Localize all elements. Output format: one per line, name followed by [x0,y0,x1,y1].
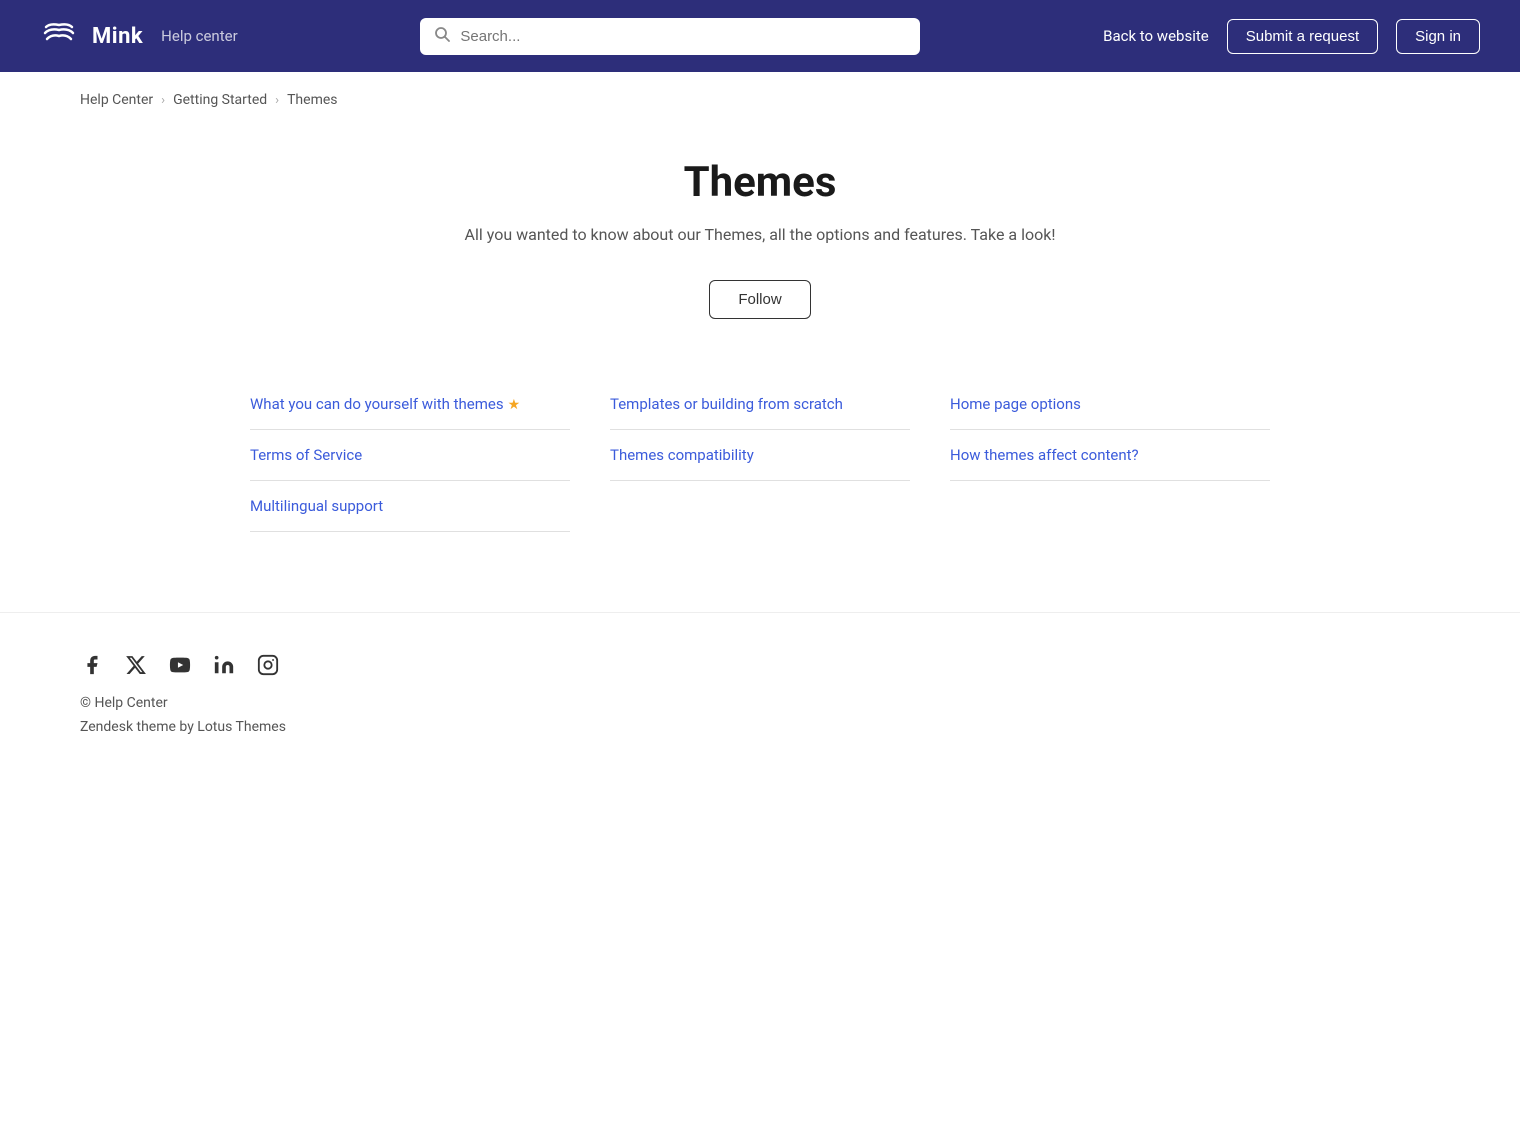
article-link-multilingual[interactable]: Multilingual support [250,481,570,532]
search-container [420,18,920,55]
search-input[interactable] [420,18,920,55]
sign-in-button[interactable]: Sign in [1396,19,1480,54]
youtube-icon[interactable] [168,653,192,677]
article-link-homepage[interactable]: Home page options [950,379,1270,430]
instagram-icon[interactable] [256,653,280,677]
help-center-label: Help center [161,27,237,45]
articles-grid: What you can do yourself with themes★ Te… [250,379,1270,532]
footer: © Help Center Zendesk theme by Lotus The… [0,612,1520,785]
article-link-themes-yourself[interactable]: What you can do yourself with themes★ [250,379,570,430]
main-content: Themes All you wanted to know about our … [210,128,1310,612]
page-title: Themes [250,158,1270,207]
article-column-3: Home page options How themes affect cont… [930,379,1270,532]
article-link-affect-content[interactable]: How themes affect content? [950,430,1270,481]
search-icon [434,26,450,46]
submit-request-button[interactable]: Submit a request [1227,19,1378,54]
mink-logo-icon [40,17,78,55]
follow-button[interactable]: Follow [709,280,810,319]
header-left: Mink Help center [40,17,238,55]
article-column-2: Templates or building from scratch Theme… [590,379,930,532]
footer-theme-credit: Zendesk theme by Lotus Themes [80,719,1440,735]
breadcrumb-sep-1: › [161,93,165,108]
breadcrumb-current: Themes [287,92,337,108]
article-link-terms[interactable]: Terms of Service [250,430,570,481]
breadcrumb: Help Center › Getting Started › Themes [0,72,1520,128]
article-link-templates[interactable]: Templates or building from scratch [610,379,910,430]
star-icon: ★ [508,397,521,413]
footer-copyright: © Help Center [80,695,1440,711]
header-right: Back to website Submit a request Sign in [1103,19,1480,54]
twitter-x-icon[interactable] [124,653,148,677]
page-subtitle: All you wanted to know about our Themes,… [250,225,1270,244]
search-wrapper [420,18,920,55]
social-icons-container [80,653,1440,677]
breadcrumb-home[interactable]: Help Center [80,92,153,108]
logo-text: Mink [92,24,143,49]
linkedin-icon[interactable] [212,653,236,677]
header: Mink Help center Back to website Submit … [0,0,1520,72]
back-to-website-link[interactable]: Back to website [1103,27,1209,45]
article-link-compatibility[interactable]: Themes compatibility [610,430,910,481]
breadcrumb-sep-2: › [275,93,279,108]
breadcrumb-getting-started[interactable]: Getting Started [173,92,267,108]
facebook-icon[interactable] [80,653,104,677]
article-column-1: What you can do yourself with themes★ Te… [250,379,590,532]
